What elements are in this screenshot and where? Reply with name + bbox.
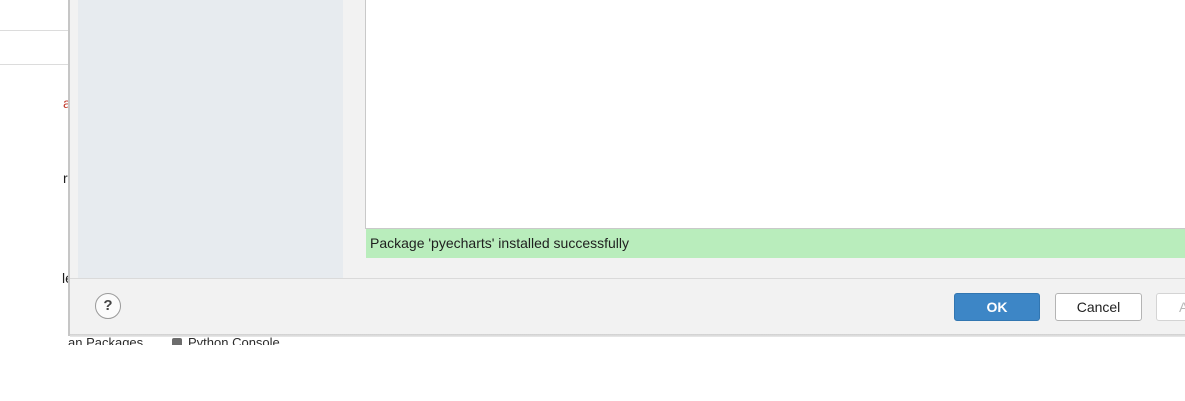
cancel-button[interactable]: Cancel bbox=[1055, 293, 1142, 321]
help-icon: ? bbox=[103, 297, 113, 314]
ok-button-label: OK bbox=[986, 299, 1008, 315]
package-list-panel[interactable] bbox=[365, 0, 1185, 229]
tool-window-python-console[interactable]: Python Console bbox=[188, 337, 280, 345]
ide-separator bbox=[0, 64, 68, 65]
tool-window-packages[interactable]: an Packages bbox=[68, 337, 143, 345]
settings-sidebar[interactable] bbox=[78, 0, 343, 278]
status-message: Package 'pyecharts' installed successful… bbox=[370, 235, 630, 251]
ide-text-fragment: r bbox=[63, 170, 68, 186]
ok-button[interactable]: OK bbox=[954, 293, 1040, 321]
apply-button-label: A bbox=[1179, 299, 1185, 315]
install-status-bar: Package 'pyecharts' installed successful… bbox=[366, 229, 1185, 258]
footer-separator bbox=[70, 278, 1185, 279]
ide-separator bbox=[0, 30, 68, 31]
help-button[interactable]: ? bbox=[95, 293, 121, 319]
settings-dialog: Package 'pyecharts' installed successful… bbox=[70, 0, 1185, 336]
apply-button[interactable]: A bbox=[1156, 293, 1185, 321]
cancel-button-label: Cancel bbox=[1076, 299, 1121, 315]
python-console-icon bbox=[172, 338, 182, 345]
ide-tool-window-bar: an Packages Python Console bbox=[68, 337, 468, 345]
ide-editor-background: a r le bbox=[0, 0, 73, 336]
